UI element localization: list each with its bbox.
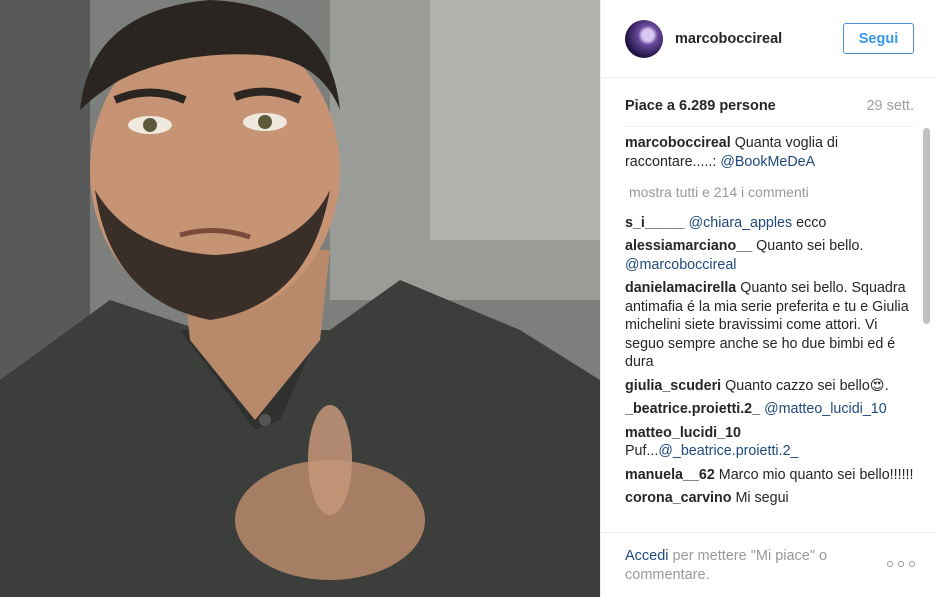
- comment-item: matteo_lucidi_10 Puf...@_beatrice.proiet…: [625, 424, 914, 461]
- post-header: marcoboccireal Segui: [601, 0, 937, 78]
- post-photo[interactable]: [0, 0, 600, 597]
- portrait-illustration: [0, 0, 600, 597]
- likes-count[interactable]: Piace a 6.289 persone: [625, 98, 776, 114]
- comment-username[interactable]: s_i_____: [625, 215, 685, 231]
- comment-mention[interactable]: @_beatrice.proietti.2_: [658, 443, 798, 459]
- comment-username[interactable]: matteo_lucidi_10: [625, 425, 741, 441]
- caption-mention[interactable]: @BookMeDeA: [720, 154, 815, 170]
- comment-text: Marco mio quanto sei bello!!!!!!: [718, 466, 914, 483]
- comment-text: ecco: [796, 214, 827, 231]
- comment-item: danielamacirella Quanto sei bello. Squad…: [625, 279, 914, 372]
- follow-button[interactable]: Segui: [843, 23, 914, 54]
- comment-mention[interactable]: @chiara_apples: [689, 215, 793, 231]
- comment-username[interactable]: giulia_scuderi: [625, 378, 721, 394]
- more-options-icon[interactable]: [887, 559, 915, 569]
- show-all-comments-link[interactable]: mostra tutti e 214 i commenti: [629, 183, 914, 202]
- comment-username[interactable]: manuela__62: [625, 467, 715, 483]
- comment-username[interactable]: corona_carvino: [625, 490, 731, 506]
- comment-mention[interactable]: @marcoboccireal: [625, 257, 736, 273]
- post-date[interactable]: 29 sett.: [866, 98, 914, 114]
- comments-scrollbar[interactable]: [922, 128, 930, 532]
- post-sidebar: marcoboccireal Segui Piace a 6.289 perso…: [600, 0, 937, 597]
- comment-item: _beatrice.proietti.2_ @matteo_lucidi_10: [625, 400, 914, 419]
- comment-username[interactable]: _beatrice.proietti.2_: [625, 401, 760, 417]
- comment-text: Quanto sei bello.: [756, 238, 864, 254]
- comment-text: Mi segui: [735, 490, 789, 506]
- profile-avatar[interactable]: [625, 19, 663, 58]
- comment-item: corona_carvino Mi segui: [625, 489, 914, 508]
- caption-username[interactable]: marcoboccireal: [625, 135, 731, 151]
- comment-username[interactable]: danielamacirella: [625, 280, 736, 296]
- post-meta: Piace a 6.289 persone 29 sett.: [625, 96, 914, 116]
- comment-mention[interactable]: @matteo_lucidi_10: [764, 401, 887, 417]
- header-username[interactable]: marcoboccireal: [675, 31, 843, 47]
- login-prompt: Accedi per mettere "Mi piace" o commenta…: [625, 547, 865, 585]
- comment-item: giulia_scuderi Quanto cazzo sei bello😍.: [625, 377, 914, 396]
- comment-text: Quanto cazzo sei bello😍.: [725, 377, 889, 394]
- divider: [625, 126, 914, 127]
- comment-item: alessiamarciano__ Quanto sei bello. @mar…: [625, 237, 914, 274]
- comment-item: s_i_____ @chiara_apples ecco: [625, 214, 914, 233]
- comment-username[interactable]: alessiamarciano__: [625, 238, 752, 254]
- caption: marcoboccireal Quanta voglia di racconta…: [625, 134, 914, 171]
- post-footer: Accedi per mettere "Mi piace" o commenta…: [601, 532, 937, 597]
- post-modal: marcoboccireal Segui Piace a 6.289 perso…: [0, 0, 937, 597]
- comment-item: manuela__62 Marco mio quanto sei bello!!…: [625, 466, 914, 485]
- comments-list[interactable]: marcoboccireal Quanta voglia di racconta…: [625, 134, 914, 531]
- scrollbar-thumb[interactable]: [923, 128, 930, 324]
- comment-text: Puf...: [625, 443, 659, 459]
- login-link[interactable]: Accedi: [625, 548, 669, 564]
